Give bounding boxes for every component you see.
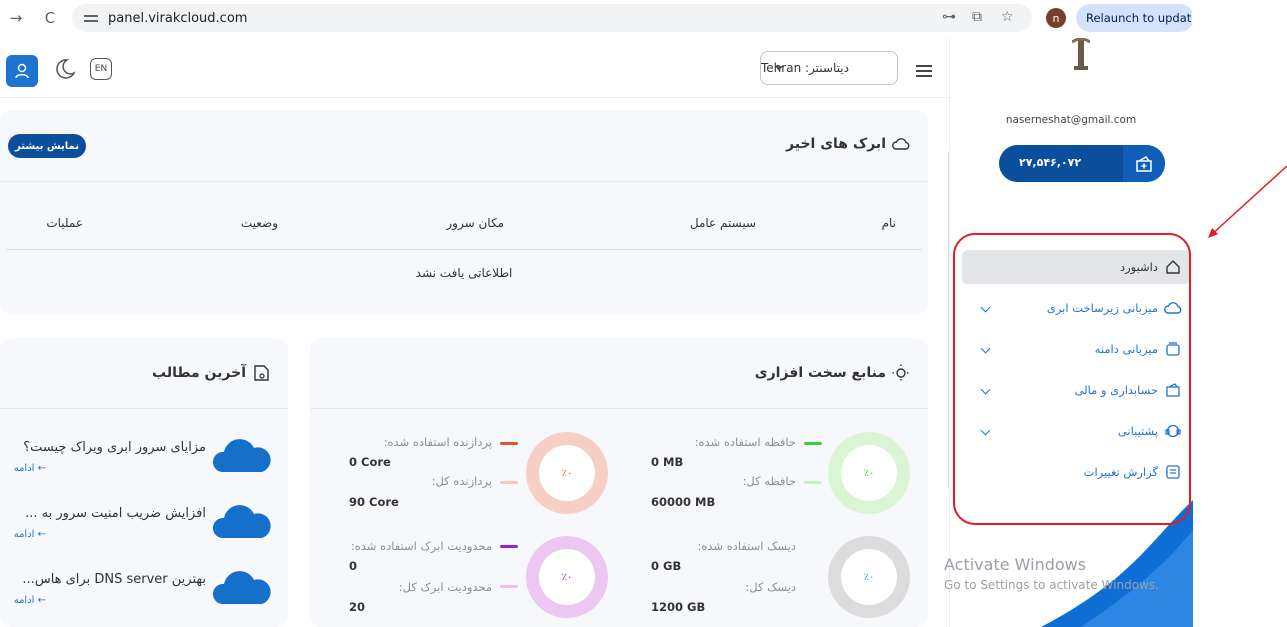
memory-used-legend <box>804 442 822 445</box>
latest-posts-title: آخرین مطالب <box>152 364 270 382</box>
highlight-annotation <box>953 233 1191 525</box>
site-settings-icon[interactable] <box>84 13 98 23</box>
read-more-link[interactable]: ادامه ← <box>14 463 46 474</box>
language-button[interactable]: EN <box>90 58 112 80</box>
cloud-thumbnail-icon <box>212 439 271 472</box>
memory-used-label: حافظه استفاده شده: <box>694 435 796 449</box>
memory-percent: ٪۰ <box>863 467 875 479</box>
cpu-used-value: 0 Core <box>349 455 391 469</box>
memory-used-value: 0 MB <box>651 455 684 469</box>
cloud-limit-used-legend <box>500 545 518 548</box>
show-more-button[interactable]: نمایش بیشتر <box>8 134 86 158</box>
activate-windows-title: Activate Windows <box>944 555 1087 574</box>
hardware-title-text: منابع سخت افزاری <box>754 365 886 381</box>
recent-clouds-title: ابرک های اخیر <box>786 136 910 152</box>
cloud-limit-used-label: محدودیت ابرک استفاده شده: <box>350 539 492 553</box>
cpu-percent: ٪۰ <box>561 467 573 479</box>
url-text: panel.virakcloud.com <box>108 10 248 26</box>
cloud-icon <box>892 138 910 150</box>
cloud-thumbnail-icon <box>212 505 271 538</box>
post-item[interactable]: مزایای سرور ابری ویراک چیست؟ ادامه ← <box>6 434 276 484</box>
read-more-link[interactable]: ادامه ← <box>14 529 46 540</box>
reload-icon[interactable]: C <box>40 8 60 28</box>
cloud-limit-used-value: 0 <box>349 559 358 573</box>
outside-area <box>1192 0 1287 627</box>
post-title[interactable]: بهترین DNS server برای هاس... <box>22 572 206 587</box>
disk-usage-ring: ٪۰ <box>828 536 910 618</box>
cloud-limit-ring: ٪۰ <box>526 536 608 618</box>
column-header-location: مکان سرور <box>446 216 504 230</box>
recent-clouds-title-text: ابرک های اخیر <box>786 136 886 152</box>
disk-used-label: دیسک استفاده شده: <box>697 539 796 553</box>
post-title[interactable]: افزایش ضریب امنیت سرور به ... <box>25 506 206 521</box>
add-credit-button[interactable] <box>1123 145 1165 182</box>
add-wallet-icon <box>1136 155 1152 172</box>
address-bar[interactable]: panel.virakcloud.com <box>72 4 1032 32</box>
bookmark-star-icon[interactable]: ☆ <box>1001 9 1014 25</box>
recent-clouds-card: ابرک های اخیر نمایش بیشتر نام سیستم عامل… <box>0 110 928 315</box>
cpu-used-label: پردازنده استفاده شده: <box>383 435 492 449</box>
memory-usage-ring: ٪۰ <box>828 432 910 514</box>
password-key-icon[interactable]: ⊶ <box>942 9 956 25</box>
latest-posts-card: آخرین مطالب مزایای سرور ابری ویراک چیست؟… <box>0 338 288 627</box>
disk-total-value: 1200 GB <box>651 600 706 614</box>
wallet-amount: ۲۷,۵۴۶,۰۷۲ <box>1019 156 1082 169</box>
install-app-icon[interactable]: ⧉ <box>972 9 982 25</box>
forward-icon[interactable]: → <box>6 8 26 28</box>
browser-toolbar: → C panel.virakcloud.com ⊶ ⧉ ☆ n Relaunc… <box>0 0 1194 36</box>
post-title[interactable]: مزایای سرور ابری ویراک چیست؟ <box>23 440 206 455</box>
document-icon <box>254 365 269 381</box>
cloud-limit-total-label: محدودیت ابرک کل: <box>398 580 492 594</box>
disk-total-label: دیسک کل: <box>745 580 796 594</box>
hardware-resources-card: منابع سخت افزاری ٪۰ حافظه استفاده شده: 0… <box>310 338 928 627</box>
hardware-title: منابع سخت افزاری <box>755 364 910 382</box>
memory-total-label: حافظه کل: <box>742 474 796 488</box>
datacenter-select[interactable]: دیتاسنتر: Tehran <box>760 51 898 85</box>
latest-posts-title-text: آخرین مطالب <box>152 365 246 381</box>
empty-state-text: اطلاعاتی یافت نشد <box>415 266 513 280</box>
logo-partial-icon <box>1072 38 1090 70</box>
column-header-status: وضعیت <box>240 216 278 230</box>
cpu-used-legend <box>500 442 518 445</box>
menu-icon[interactable] <box>916 65 932 77</box>
activate-windows-subtitle: Go to Settings to activate Windows. <box>944 578 1159 592</box>
cpu-usage-ring: ٪۰ <box>526 432 608 514</box>
read-more-link[interactable]: ادامه ← <box>14 595 46 606</box>
sun-icon <box>892 364 910 382</box>
profile-avatar[interactable]: n <box>1046 8 1066 28</box>
cloud-limit-total-legend <box>500 585 518 588</box>
cpu-total-legend <box>500 481 518 484</box>
cpu-total-value: 90 Core <box>349 495 399 509</box>
dark-mode-icon[interactable] <box>52 56 78 82</box>
cloud-thumbnail-icon <box>212 571 271 604</box>
cloud-limit-percent: ٪۰ <box>561 571 573 583</box>
disk-percent: ٪۰ <box>863 571 875 583</box>
cpu-total-label: پردازنده کل: <box>431 474 492 488</box>
memory-total-legend <box>804 481 822 484</box>
table-divider <box>6 249 922 250</box>
cloud-limit-total-value: 20 <box>349 600 366 614</box>
column-header-actions: عملیات <box>46 216 83 230</box>
app-header: EN دیتاسنتر: Tehran <box>0 38 948 98</box>
post-item[interactable]: افزایش ضریب امنیت سرور به ... ادامه ← <box>6 500 276 550</box>
column-header-name: نام <box>881 216 896 230</box>
user-email: naserneshat@gmail.com <box>1005 114 1137 126</box>
relaunch-button[interactable]: Relaunch to update <box>1076 4 1194 32</box>
disk-used-value: 0 GB <box>651 559 682 573</box>
post-item[interactable]: بهترین DNS server برای هاس... ادامه ← <box>6 566 276 616</box>
column-header-os: سیستم عامل <box>689 216 756 230</box>
user-icon <box>15 63 29 79</box>
chevron-down-icon <box>775 66 783 71</box>
wallet-balance[interactable]: ۲۷,۵۴۶,۰۷۲ <box>999 145 1165 182</box>
user-button[interactable] <box>6 55 38 87</box>
memory-total-value: 60000 MB <box>651 495 716 509</box>
